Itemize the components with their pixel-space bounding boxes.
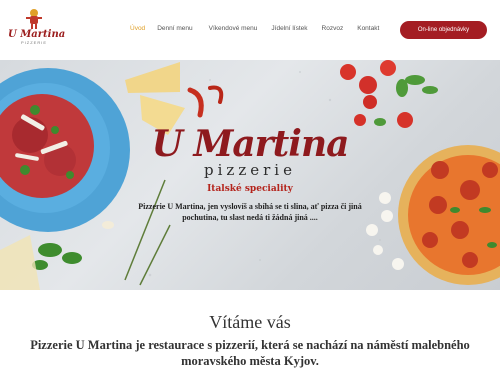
hero-subtitle: pizzerie [204,161,296,179]
hero-title: U Martina [151,123,350,165]
nav-item-rozvoz[interactable]: Rozvoz [322,25,344,32]
carpaccio-plate-icon [0,68,130,232]
hero-description: Pizzerie U Martina, jen vyslovíš a sbíhá… [138,202,362,222]
nav-item-kontakt[interactable]: Kontakt [357,25,379,32]
nav-item-uvod[interactable]: Úvod [130,25,145,32]
pizza-icon [398,145,500,285]
site-header: U Martina PIZZERIE Úvod Denní menu Víken… [0,0,500,60]
welcome-title: Vítáme vás [209,312,291,332]
welcome-text: Pizzerie U Martina je restaurace s pizze… [30,338,470,368]
logo[interactable]: U Martina PIZZERIE [8,8,66,52]
main-nav: Úvod Denní menu Víkendové menu Jídelní l… [130,25,394,32]
hero-tagline: Italské speciality [207,184,293,194]
nav-item-jidelni-listek[interactable]: Jídelní lístek [271,25,307,32]
logo-name: U Martina [8,29,66,40]
logo-sub: PIZZERIE [20,40,47,45]
nav-item-vikendove-menu[interactable]: Víkendové menu [209,25,258,32]
hero-banner: U Martina pizzerie Italské speciality Pi… [0,60,500,290]
online-order-button[interactable]: On-line objednávky [400,21,487,39]
chef-logo-icon [26,9,42,29]
nav-item-denni-menu[interactable]: Denní menu [157,25,192,32]
